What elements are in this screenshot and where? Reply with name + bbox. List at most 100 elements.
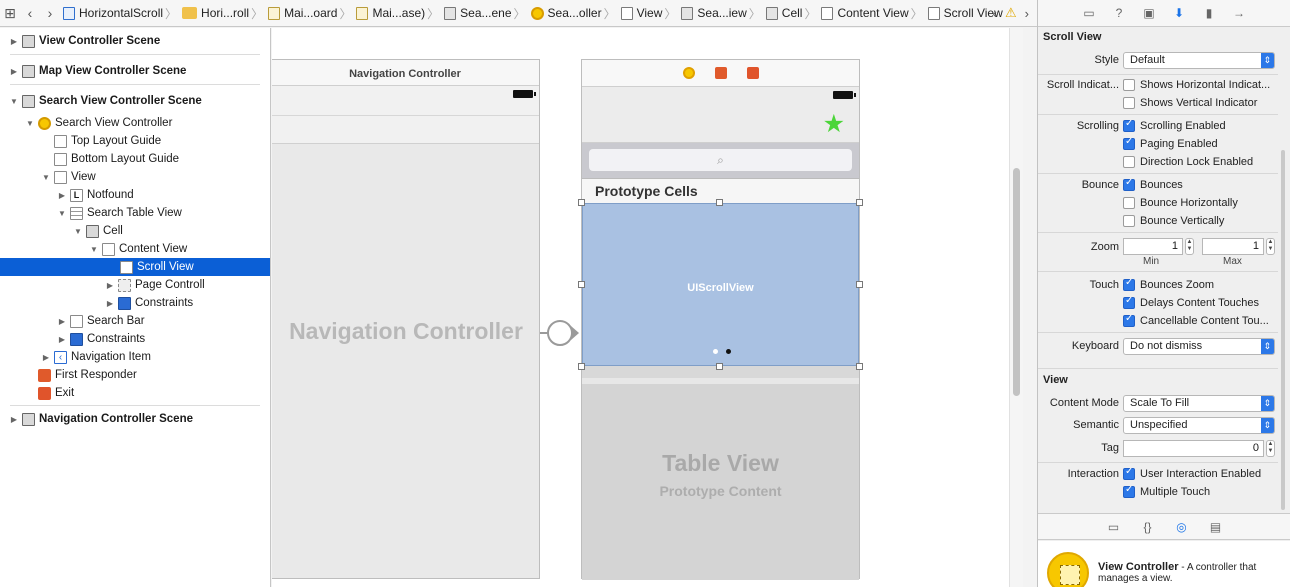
disclosure-triangle-icon[interactable]: ▶ (56, 335, 68, 344)
outline-row-map-view-controller-scene[interactable]: ▶ Map View Controller Scene (0, 62, 270, 80)
checkbox-box[interactable] (1123, 468, 1135, 480)
disclosure-triangle-icon[interactable]: ▼ (8, 97, 20, 106)
content-mode-popup[interactable]: Scale To Fill ⇕ (1123, 395, 1275, 412)
disclosure-triangle-icon[interactable]: ▶ (8, 37, 20, 46)
exit-icon[interactable] (746, 67, 759, 79)
outline-row-top-layout-guide[interactable]: Top Layout Guide (0, 132, 270, 150)
table-view-placeholder[interactable]: Table View Prototype Content (582, 378, 859, 580)
forward-arrow-icon[interactable]: › (40, 5, 60, 21)
page-dot[interactable] (713, 349, 718, 354)
disclosure-triangle-icon[interactable]: ▶ (8, 415, 20, 424)
outline-row-navigation-controller-scene[interactable]: ▶ Navigation Controller Scene (0, 410, 270, 428)
delays-content-touches-checkbox[interactable]: Delays Content Touches (1123, 297, 1278, 309)
disclosure-triangle-icon[interactable]: ▼ (40, 173, 52, 182)
checkbox-box[interactable] (1123, 197, 1135, 209)
outline-row-bottom-layout-guide[interactable]: Bottom Layout Guide (0, 150, 270, 168)
outline-row-scroll-view[interactable]: Scroll View (0, 258, 270, 276)
view-controller-icon[interactable] (682, 67, 695, 79)
code-snippet-library-icon[interactable]: {} (1140, 519, 1156, 535)
checkbox-box[interactable] (1123, 156, 1135, 168)
disclosure-triangle-icon[interactable]: ▶ (104, 299, 116, 308)
outline-row-constraints[interactable]: ▶ Constraints (0, 294, 270, 312)
resize-handle[interactable] (578, 281, 585, 288)
direction-lock-checkbox[interactable]: Direction Lock Enabled (1123, 156, 1278, 168)
bounce-horizontally-checkbox[interactable]: Bounce Horizontally (1123, 197, 1278, 209)
resize-handle[interactable] (716, 199, 723, 206)
outline-row-navigation-item[interactable]: ▶ ‹ Navigation Item (0, 348, 270, 366)
object-library-icon[interactable]: ◎ (1174, 519, 1190, 535)
media-library-icon[interactable]: ▤ (1208, 519, 1224, 535)
search-view-controller-scene[interactable]: ★ ⌕ Prototype Cells UIScrollView Table V… (578, 59, 863, 580)
disclosure-triangle-icon[interactable]: ▼ (72, 227, 84, 236)
disclosure-triangle-icon[interactable]: ▶ (8, 67, 20, 76)
zoom-max-stepper[interactable]: ▲ ▼ (1266, 238, 1275, 255)
outline-row-view-controller-scene[interactable]: ▶ View Controller Scene (0, 32, 270, 50)
checkbox-box[interactable] (1123, 279, 1135, 291)
resize-handle[interactable] (856, 363, 863, 370)
related-items-icon[interactable]: ⊞ (0, 5, 20, 22)
breadcrumb-view[interactable]: View (618, 6, 662, 20)
table-cell[interactable]: UIScrollView (578, 199, 863, 370)
storyboard-canvas[interactable]: Navigation Controller Navigation Control… (272, 28, 1023, 587)
breadcrumb-storyboard[interactable]: Mai...oard (265, 6, 337, 20)
disclosure-triangle-icon[interactable]: ▶ (56, 191, 68, 200)
outline-row-cell[interactable]: ▼ Cell (0, 222, 270, 240)
outline-row-first-responder[interactable]: First Responder (0, 366, 270, 384)
checkbox-box[interactable] (1123, 315, 1135, 327)
shows-horizontal-indicator-checkbox[interactable]: Shows Horizontal Indicat... (1123, 79, 1278, 91)
style-popup[interactable]: Default ⇕ (1123, 52, 1275, 69)
breadcrumb-project[interactable]: HorizontalScroll (60, 6, 163, 20)
multiple-touch-checkbox[interactable]: Multiple Touch (1123, 486, 1278, 498)
resize-handle[interactable] (578, 363, 585, 370)
page-dot-current[interactable] (726, 349, 731, 354)
zoom-min-field[interactable]: 1 (1123, 238, 1183, 255)
inspector-scrollbar[interactable] (1281, 150, 1285, 510)
resize-handle[interactable] (578, 199, 585, 206)
page-control[interactable] (713, 349, 731, 354)
scroll-view[interactable]: UIScrollView (582, 203, 859, 366)
cancellable-content-touches-checkbox[interactable]: Cancellable Content Tou... (1123, 315, 1278, 327)
zoom-min-stepper[interactable]: ▲ ▼ (1185, 238, 1194, 255)
zoom-max-field[interactable]: 1 (1202, 238, 1264, 255)
outline-row-exit[interactable]: Exit (0, 384, 270, 402)
first-responder-icon[interactable] (714, 67, 727, 79)
checkbox-box[interactable] (1123, 79, 1135, 91)
disclosure-triangle-icon[interactable]: ▶ (56, 317, 68, 326)
disclosure-triangle-icon[interactable]: ▶ (40, 353, 52, 362)
semantic-popup[interactable]: Unspecified ⇕ (1123, 417, 1275, 434)
bounces-checkbox[interactable]: Bounces (1123, 179, 1278, 191)
outline-row-search-view-controller[interactable]: ▼ Search View Controller (0, 114, 270, 132)
resize-handle[interactable] (716, 363, 723, 370)
relationship-segue-icon[interactable] (547, 320, 573, 346)
previous-issue-icon[interactable]: ‹ (993, 6, 997, 21)
disclosure-triangle-icon[interactable]: ▼ (24, 119, 36, 128)
outline-row-content-view[interactable]: ▼ Content View (0, 240, 270, 258)
outline-row-page-controll[interactable]: ▶ Page Controll (0, 276, 270, 294)
size-inspector-icon[interactable]: ▮ (1201, 5, 1217, 21)
scrollbar-thumb[interactable] (1013, 168, 1020, 396)
scrolling-enabled-checkbox[interactable]: Scrolling Enabled (1123, 120, 1278, 132)
star-icon[interactable]: ★ (823, 109, 845, 139)
checkbox-box[interactable] (1123, 179, 1135, 191)
canvas-vertical-scrollbar[interactable] (1009, 28, 1023, 587)
checkbox-box[interactable] (1123, 120, 1135, 132)
breadcrumb-table-view[interactable]: Sea...iew (678, 6, 747, 20)
quick-help-icon[interactable]: ? (1111, 5, 1127, 21)
warning-icon[interactable]: ⚠ (1005, 5, 1017, 21)
checkbox-box[interactable] (1123, 97, 1135, 109)
outline-row-search-bar[interactable]: ▶ Search Bar (0, 312, 270, 330)
breadcrumb-controller[interactable]: Sea...oller (528, 6, 602, 20)
shows-vertical-indicator-checkbox[interactable]: Shows Vertical Indicator (1123, 97, 1278, 109)
breadcrumb-scroll-view[interactable]: Scroll View (925, 6, 1003, 20)
outline-row-search-view-controller-scene[interactable]: ▼ Search View Controller Scene (0, 92, 270, 110)
breadcrumb-content-view[interactable]: Content View (818, 6, 909, 20)
disclosure-triangle-icon[interactable]: ▼ (56, 209, 68, 218)
breadcrumb-cell[interactable]: Cell (763, 6, 802, 20)
user-interaction-enabled-checkbox[interactable]: User Interaction Enabled (1123, 468, 1278, 480)
attributes-inspector-icon[interactable]: ⬇ (1171, 5, 1187, 21)
breadcrumb-storyboard-base[interactable]: Mai...ase) (353, 6, 425, 20)
file-template-library-icon[interactable]: ▭ (1106, 519, 1122, 535)
search-bar[interactable]: ⌕ (582, 143, 859, 179)
tag-field[interactable]: 0 (1123, 440, 1264, 457)
disclosure-triangle-icon[interactable]: ▶ (104, 281, 116, 290)
